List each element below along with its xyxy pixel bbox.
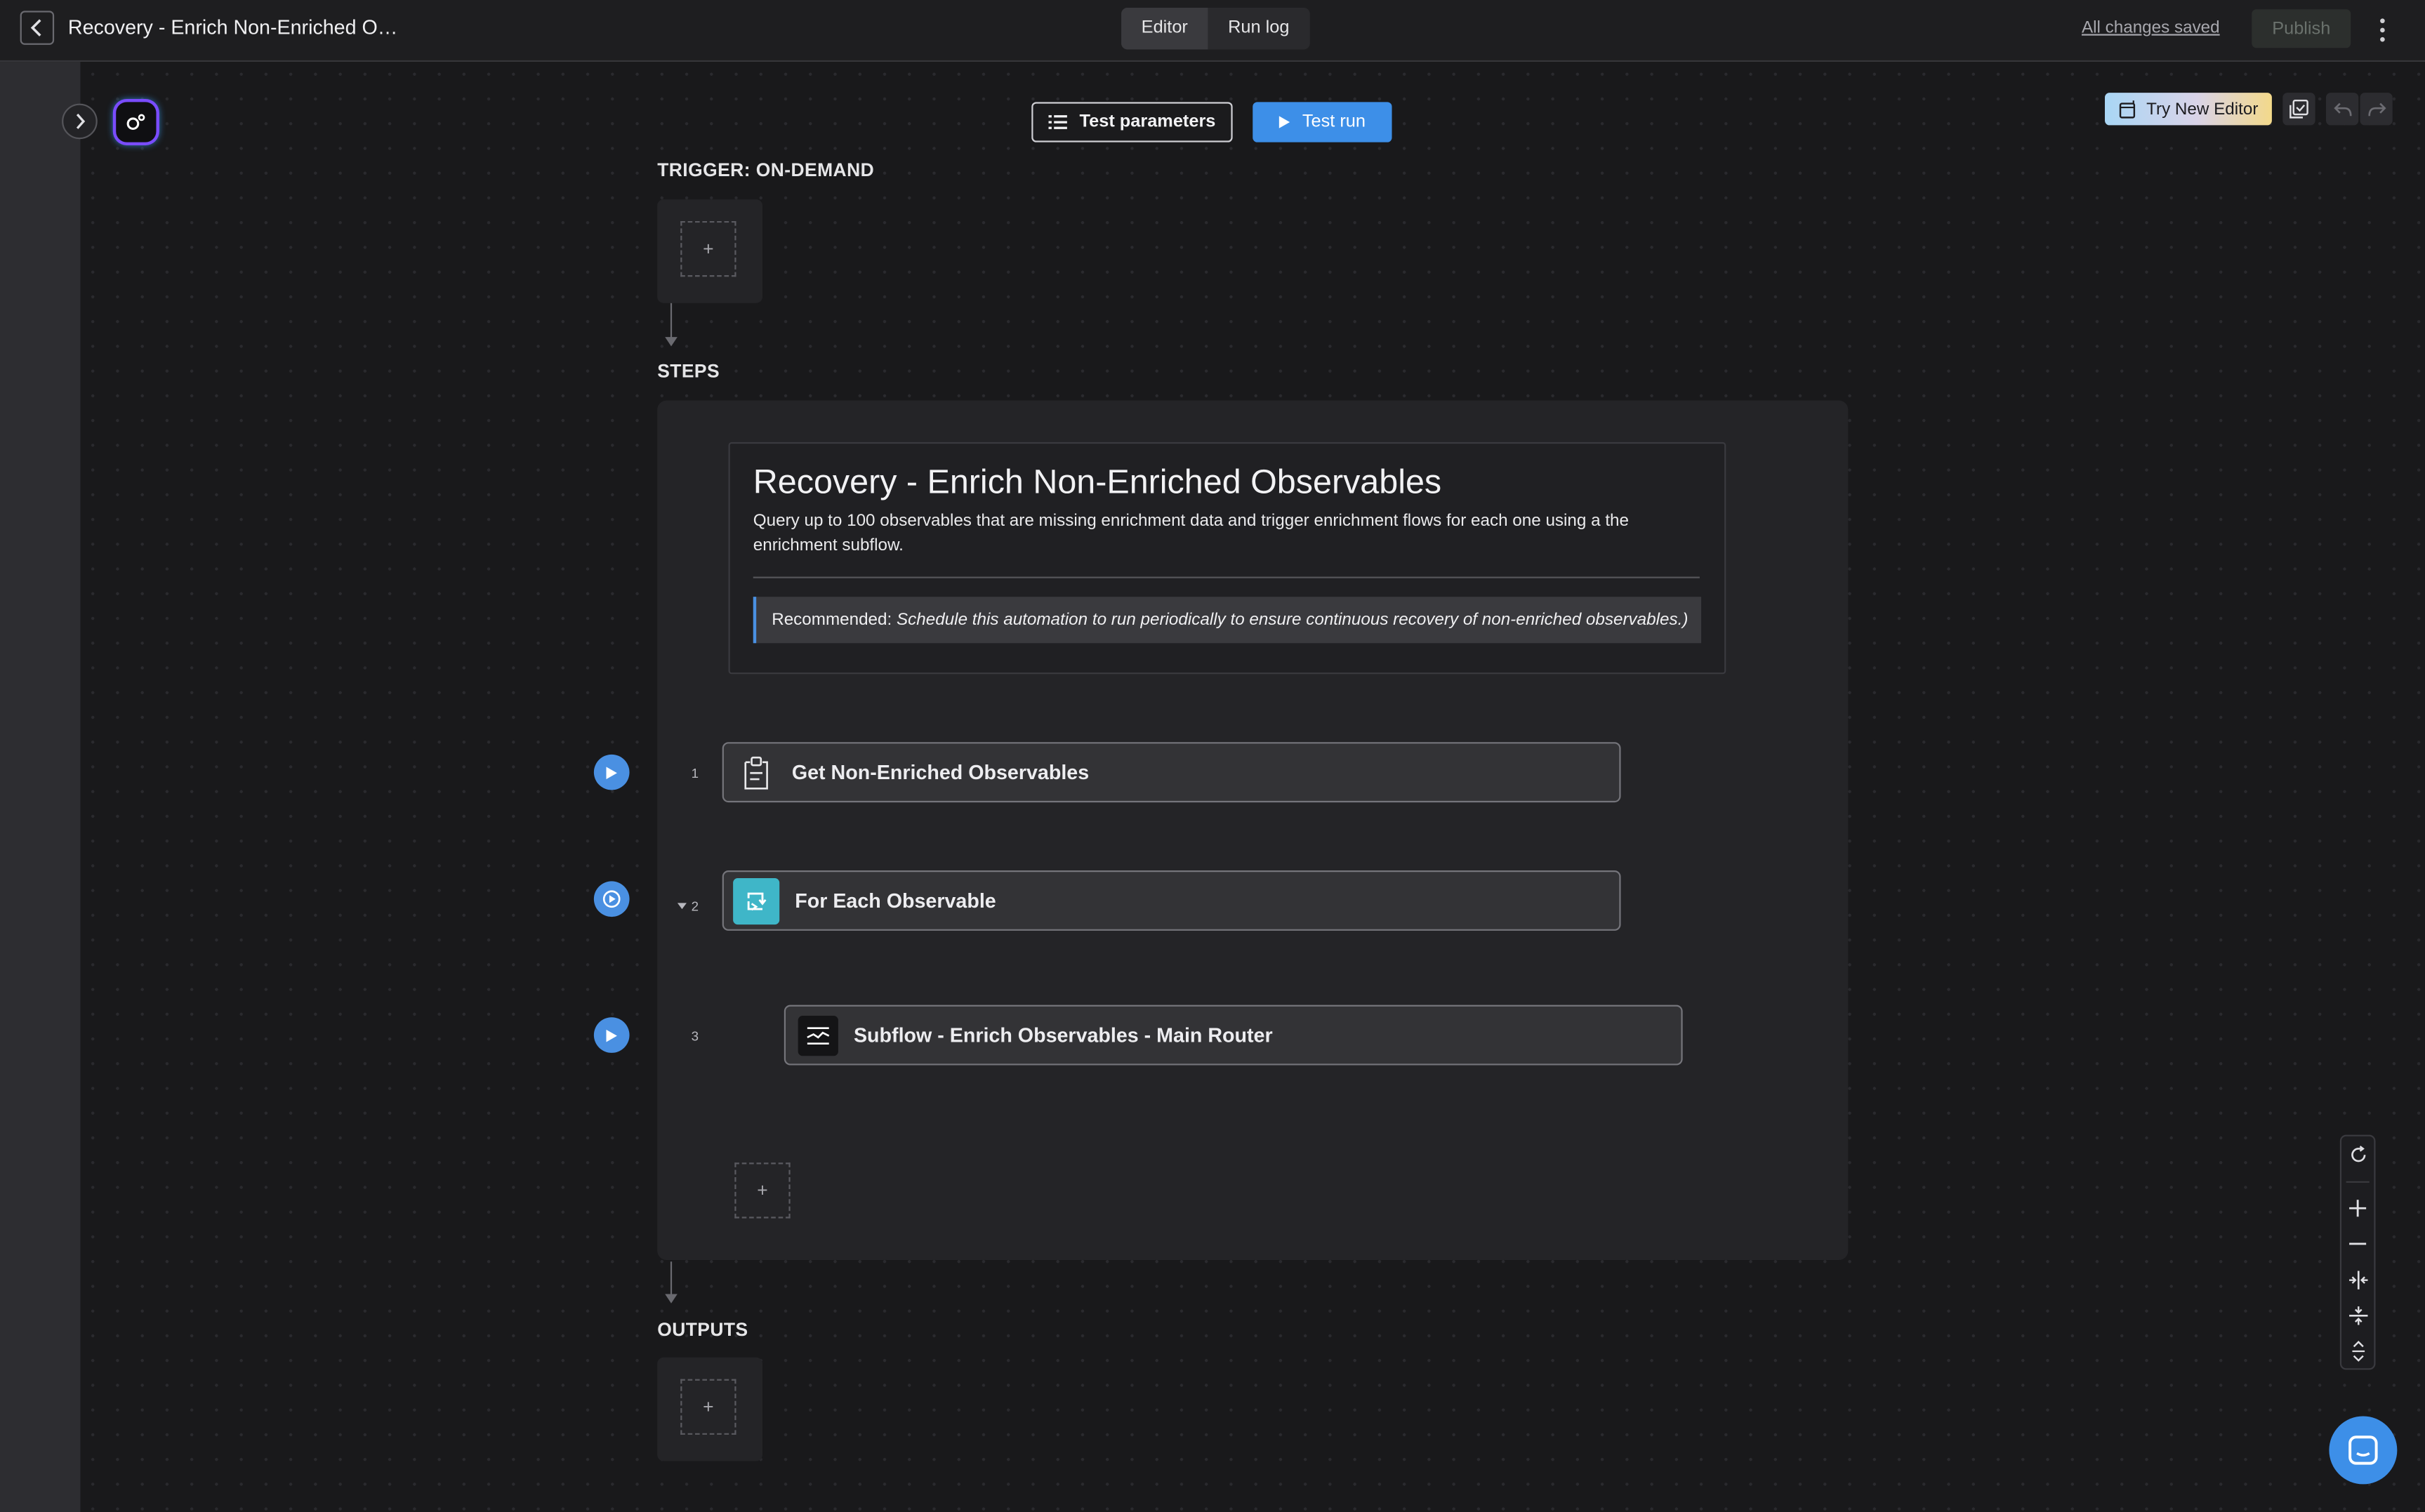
play-icon (606, 766, 617, 778)
fit-width-button[interactable] (2341, 1265, 2374, 1296)
test-parameters-button[interactable]: Test parameters (1031, 102, 1233, 142)
play-icon (1278, 116, 1290, 128)
fit-width-icon (2348, 1271, 2367, 1289)
copy-check-icon (2289, 99, 2308, 119)
step-title: Subflow - Enrich Observables - Main Rout… (853, 1023, 1273, 1047)
undo-button[interactable] (2326, 93, 2359, 126)
step-card-for-each-observable[interactable]: For Each Observable (722, 870, 1621, 931)
expand-sidebar-button[interactable] (62, 103, 98, 140)
top-bar: Recovery - Enrich Non-Enriched Ob... Edi… (0, 0, 2425, 62)
fit-height-icon (2348, 1306, 2367, 1325)
subflow-icon (798, 1014, 838, 1056)
step-number: 3 (691, 1028, 699, 1044)
note-callout: Recommended: Schedule this automation to… (753, 597, 1702, 644)
view-tabs: Editor Run log (1121, 8, 1310, 50)
step-card-subflow-enrich-observables[interactable]: Subflow - Enrich Observables - Main Rout… (784, 1004, 1683, 1066)
zoom-in-button[interactable] (2341, 1192, 2374, 1223)
back-button[interactable] (20, 11, 55, 45)
note-description: Query up to 100 observables that are mis… (753, 512, 1630, 555)
zoom-controls (2339, 1134, 2376, 1370)
redo-icon (2367, 102, 2386, 116)
chat-icon (2348, 1435, 2378, 1465)
minus-icon (2349, 1242, 2367, 1245)
add-trigger-button[interactable]: + (680, 220, 736, 277)
test-run-label: Test run (1302, 112, 1366, 132)
run-step-1-button[interactable] (593, 754, 630, 790)
calendar-sparkle-icon (2119, 100, 2135, 118)
tab-editor[interactable]: Editor (1121, 8, 1208, 50)
expand-collapse-button[interactable] (2341, 1336, 2374, 1367)
chevron-left-icon (30, 19, 41, 37)
version-history-button[interactable] (2282, 93, 2315, 126)
trigger-slot: + (657, 199, 762, 303)
play-icon (606, 1028, 617, 1042)
list-icon (1048, 115, 1067, 129)
callout-text: Schedule this automation to run periodic… (897, 610, 1689, 630)
ai-assistant-icon (126, 114, 145, 131)
note-divider (753, 576, 1700, 578)
zoom-out-button[interactable] (2341, 1228, 2374, 1259)
try-new-editor-button[interactable]: Try New Editor (2105, 93, 2272, 126)
workflow-note-card[interactable]: Recovery - Enrich Non-Enriched Observabl… (728, 442, 1726, 675)
plus-icon (2349, 1199, 2367, 1216)
note-title: Recovery - Enrich Non-Enriched Observabl… (753, 462, 1442, 501)
step-title: For Each Observable (795, 889, 996, 913)
fit-height-button[interactable] (2341, 1300, 2374, 1331)
workflow-title: Recovery - Enrich Non-Enriched Ob... (67, 15, 399, 39)
steps-section-label: STEPS (657, 360, 720, 383)
step-number: 2 (691, 898, 699, 914)
chat-support-button[interactable] (2329, 1416, 2398, 1485)
run-loop-icon (602, 890, 621, 908)
add-step-button[interactable]: + (734, 1162, 791, 1219)
ai-assistant-button[interactable] (116, 102, 157, 142)
loop-icon (733, 877, 780, 924)
outputs-slot: + (657, 1357, 762, 1461)
undo-icon (2333, 102, 2351, 116)
reset-view-button[interactable] (2341, 1139, 2374, 1170)
publish-button[interactable]: Publish (2252, 9, 2351, 48)
test-parameters-label: Test parameters (1079, 112, 1216, 132)
run-step-3-button[interactable] (593, 1017, 630, 1053)
more-options-icon[interactable] (2371, 13, 2393, 46)
try-new-editor-label: Try New Editor (2146, 100, 2259, 119)
reset-icon (2351, 1146, 2365, 1162)
save-status-link[interactable]: All changes saved (2082, 18, 2220, 37)
chevron-right-icon (75, 113, 85, 129)
callout-label: Recommended: (772, 610, 892, 630)
collapse-caret-icon[interactable] (677, 903, 687, 910)
run-step-2-button[interactable] (593, 881, 630, 917)
tab-run-log[interactable]: Run log (1208, 8, 1309, 49)
step-number: 1 (691, 765, 699, 781)
test-run-button[interactable]: Test run (1253, 102, 1392, 142)
left-rail (0, 62, 81, 1512)
add-output-button[interactable]: + (680, 1379, 736, 1435)
step-card-get-non-enriched-observables[interactable]: Get Non-Enriched Observables (722, 742, 1621, 803)
step-title: Get Non-Enriched Observables (791, 760, 1090, 784)
trigger-section-label: TRIGGER: ON-DEMAND (657, 159, 875, 181)
outputs-section-label: OUTPUTS (657, 1318, 748, 1341)
query-document-icon (736, 752, 777, 793)
expand-collapse-icon (2351, 1341, 2364, 1362)
redo-button[interactable] (2360, 93, 2393, 126)
